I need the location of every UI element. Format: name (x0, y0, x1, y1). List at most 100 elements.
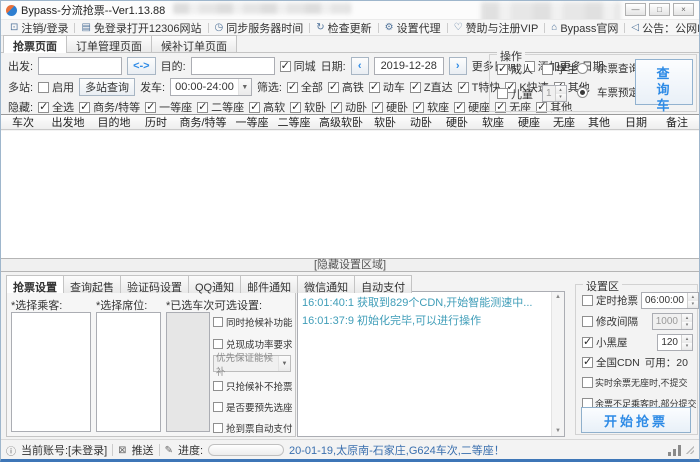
blacklist-stepper[interactable]: 120▴▾ (657, 334, 693, 351)
column-header[interactable]: 硬卧 (439, 114, 475, 130)
push-label[interactable]: 推送 (132, 442, 154, 458)
resize-grip[interactable] (686, 446, 694, 454)
toolbar-announcement[interactable]: ◁公告：公网IP被封了，可以尝试重启光猫解决！ (625, 20, 700, 35)
child-checkbox[interactable]: 儿童 (497, 86, 533, 102)
blacklist-checkbox[interactable]: 小黑屋 (582, 335, 628, 350)
train-type-checkbox[interactable]: 动车 (369, 79, 405, 95)
seat-hide-checkbox[interactable]: 硬座 (454, 99, 490, 115)
tab-grab-settings[interactable]: 抢票设置 (6, 275, 64, 293)
grab-time-stepper[interactable]: 06:00:00▴▾ (641, 292, 699, 309)
train-type-checkbox[interactable]: 高铁 (328, 79, 364, 95)
modify-interval-checkbox[interactable]: 修改间隔 (582, 314, 638, 329)
column-header[interactable]: 无座 (547, 114, 581, 130)
tab-grab-ticket-page[interactable]: 抢票页面 (3, 35, 67, 53)
interval-stepper[interactable]: 1000▴▾ (652, 313, 693, 330)
tab-auto-pay[interactable]: 自动支付 (354, 275, 412, 293)
seat-hide-checkbox[interactable]: 商务/特等 (79, 99, 140, 115)
waitlist-also-checkbox[interactable]: 同时抢候补功能 (213, 315, 293, 329)
tab-captcha-settings[interactable]: 验证码设置 (120, 275, 189, 293)
scroll-up-icon[interactable]: ▲ (555, 294, 561, 300)
train-table-body[interactable] (1, 131, 699, 258)
train-type-checkbox[interactable]: 全部 (287, 79, 323, 95)
toolbar-vip[interactable]: ♡赞助与注册VIP (448, 20, 545, 35)
column-header[interactable]: 硬座 (511, 114, 547, 130)
close-button[interactable]: × (673, 3, 694, 16)
to-input[interactable] (191, 57, 275, 75)
tab-wechat-notify[interactable]: 微信通知 (297, 275, 355, 293)
column-header[interactable]: 动卧 (403, 114, 439, 130)
spinner-up-icon[interactable]: ▴ (682, 335, 692, 343)
tab-waitlist-order-page[interactable]: 候补订单页面 (151, 35, 237, 52)
column-header[interactable]: 二等座 (273, 114, 315, 130)
adult-checkbox[interactable]: 成人 (497, 61, 533, 77)
maximize-button[interactable]: □ (649, 3, 670, 16)
waitlist-priority-select[interactable]: 优先保证能候补▼ (213, 355, 291, 372)
spinner-down-icon[interactable]: ▾ (682, 343, 692, 351)
seat-hide-checkbox[interactable]: 软座 (413, 99, 449, 115)
same-city-checkbox[interactable]: 同城 (280, 58, 316, 74)
column-header[interactable]: 软座 (475, 114, 511, 130)
date-prev-button[interactable]: ‹ (351, 57, 369, 75)
spinner-down-icon[interactable]: ▾ (682, 322, 692, 330)
column-header[interactable]: 日期 (617, 114, 655, 130)
seat-hide-checkbox[interactable]: 动卧 (331, 99, 367, 115)
auto-pay-checkbox[interactable]: 抢到票自动支付 (213, 421, 293, 435)
date-next-button[interactable]: › (449, 57, 467, 75)
swap-stations-button[interactable]: <-> (127, 57, 156, 75)
selected-train-listbox[interactable] (166, 312, 210, 432)
toolbar-logout-login[interactable]: ⊡注销/登录 (4, 20, 74, 35)
hide-settings-bar[interactable]: [隐藏设置区域] (1, 258, 699, 272)
train-type-checkbox[interactable]: Z直达 (410, 79, 453, 95)
spinner-arrows[interactable]: ▴▾ (681, 335, 692, 350)
spinner-down-icon[interactable]: ▾ (556, 94, 566, 102)
tab-query-sale-start[interactable]: 查询起售 (63, 275, 121, 293)
minimize-button[interactable]: — (625, 3, 646, 16)
output-scrollbar[interactable]: ▲ ▼ (551, 292, 564, 436)
seat-hide-checkbox[interactable]: 高软 (249, 99, 285, 115)
query-remaining-radio[interactable]: 余票查询 (577, 61, 639, 76)
seat-hide-checkbox[interactable]: 全选 (38, 99, 74, 115)
column-header[interactable]: 目的地 (91, 114, 137, 130)
spinner-up-icon[interactable]: ▴ (682, 314, 692, 322)
column-header[interactable]: 备注 (655, 114, 699, 130)
passenger-listbox[interactable] (11, 312, 91, 432)
column-header[interactable]: 出发地 (45, 114, 91, 130)
column-header[interactable]: 其他 (581, 114, 617, 130)
start-grab-button[interactable]: 开始抢票 (581, 407, 691, 433)
column-header[interactable]: 车次 (1, 114, 45, 130)
child-count-stepper[interactable]: 1▴▾ (542, 85, 567, 102)
from-input[interactable] (38, 57, 122, 75)
spinner-arrows[interactable]: ▴▾ (681, 314, 692, 329)
depart-time-select[interactable]: 00:00-24:00▼ (170, 78, 252, 96)
spinner-up-icon[interactable]: ▴ (556, 86, 566, 94)
toolbar-official-site[interactable]: ⌂Bypass官网 (545, 20, 624, 35)
spinner-arrows[interactable]: ▴▾ (687, 293, 698, 308)
toolbar-open-12306[interactable]: ▤免登录打开12306网站 (75, 20, 207, 35)
column-header[interactable]: 一等座 (231, 114, 273, 130)
spinner-arrows[interactable]: ▴▾ (555, 86, 566, 101)
tab-email-notify[interactable]: 邮件通知 (240, 275, 298, 293)
column-header[interactable]: 软卧 (367, 114, 403, 130)
no-seat-no-submit-checkbox[interactable]: 实时余票无座时,不提交 (582, 376, 688, 389)
enable-multi-station-checkbox[interactable]: 启用 (38, 79, 74, 95)
date-input[interactable]: 2019-12-28 (374, 57, 444, 75)
student-checkbox[interactable]: 学生 (542, 61, 578, 77)
toolbar-check-update[interactable]: ↻检查更新 (310, 20, 377, 35)
spinner-up-icon[interactable]: ▴ (688, 293, 698, 301)
seat-hide-checkbox[interactable]: 一等座 (145, 99, 192, 115)
seat-hide-checkbox[interactable]: 软卧 (290, 99, 326, 115)
national-cdn-checkbox[interactable]: 全国CDN (582, 355, 640, 370)
toolbar-proxy-settings[interactable]: ⚙设置代理 (379, 20, 447, 35)
preselect-seat-checkbox[interactable]: 是否要预先选座 (213, 400, 293, 414)
tab-qq-notify[interactable]: QQ通知 (188, 275, 241, 293)
seat-hide-checkbox[interactable]: 硬卧 (372, 99, 408, 115)
book-ticket-radio[interactable]: 车票预定 (577, 85, 639, 100)
seat-listbox[interactable] (96, 312, 161, 432)
waitlist-only-checkbox[interactable]: 只抢候补不抢票 (213, 379, 293, 393)
timed-grab-checkbox[interactable]: 定时抢票 (582, 293, 638, 308)
seat-hide-checkbox[interactable]: 二等座 (197, 99, 244, 115)
column-header[interactable]: 商务/特等 (175, 114, 231, 130)
output-log-area[interactable]: 16:01:40:1 获取到829个CDN,开始智能测速中... 16:01:3… (297, 291, 565, 437)
query-tickets-button[interactable]: 查询车票 (635, 59, 693, 105)
column-header[interactable]: 历时 (137, 114, 175, 130)
